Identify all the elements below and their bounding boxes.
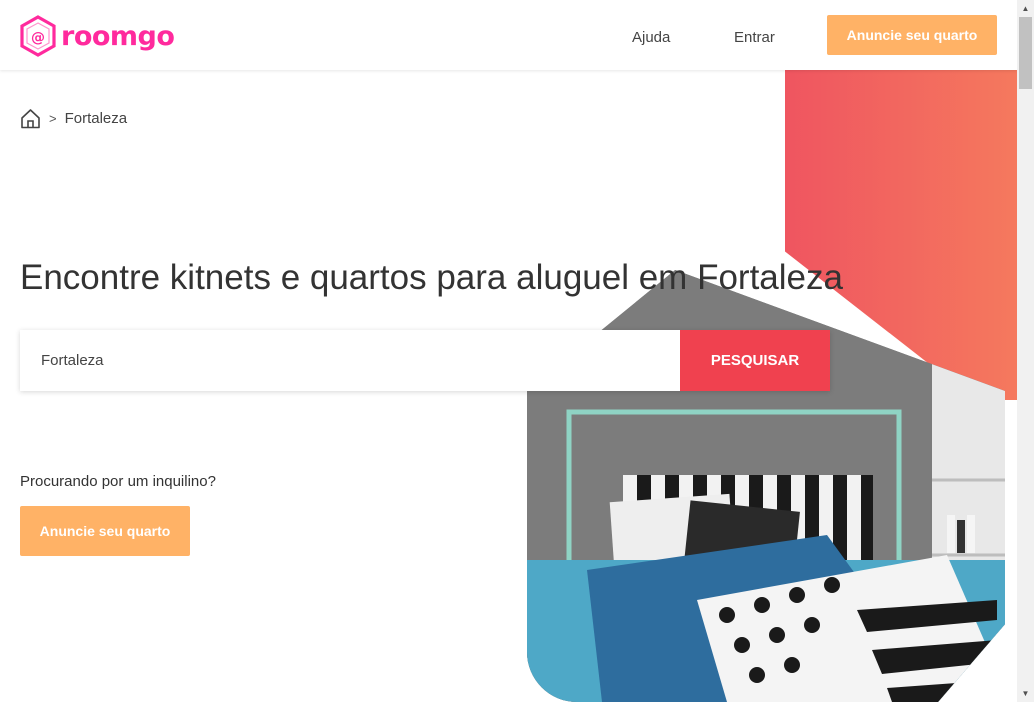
breadcrumb: > Fortaleza xyxy=(20,108,127,129)
page-title: Encontre kitnets e quartos para aluguel … xyxy=(20,258,843,297)
breadcrumb-current[interactable]: Fortaleza xyxy=(65,110,128,127)
tenant-prompt: Procurando por um inquilino? xyxy=(20,473,216,490)
tenant-post-room-button[interactable]: Anuncie seu quarto xyxy=(20,506,190,556)
vertical-scrollbar[interactable]: ▲ ▼ xyxy=(1017,0,1034,702)
logo-icon: @ xyxy=(20,15,56,57)
logo[interactable]: @ roomgo xyxy=(20,15,175,57)
scroll-down-arrow-icon[interactable]: ▼ xyxy=(1017,685,1034,702)
search-button[interactable]: PESQUISAR xyxy=(680,330,830,391)
nav-login-link[interactable]: Entrar xyxy=(734,29,775,46)
nav-help-link[interactable]: Ajuda xyxy=(632,29,670,46)
svg-text:@: @ xyxy=(31,30,45,46)
scroll-up-arrow-icon[interactable]: ▲ xyxy=(1017,0,1034,17)
breadcrumb-separator: > xyxy=(49,111,57,126)
post-room-button[interactable]: Anuncie seu quarto xyxy=(827,15,997,55)
logo-text: roomgo xyxy=(61,20,175,52)
search-input[interactable] xyxy=(20,330,680,391)
search-bar: PESQUISAR xyxy=(20,330,830,391)
home-icon[interactable] xyxy=(20,108,41,129)
scrollbar-thumb[interactable] xyxy=(1019,17,1032,89)
site-header: @ roomgo Ajuda Entrar Anuncie seu quarto xyxy=(0,0,1017,70)
